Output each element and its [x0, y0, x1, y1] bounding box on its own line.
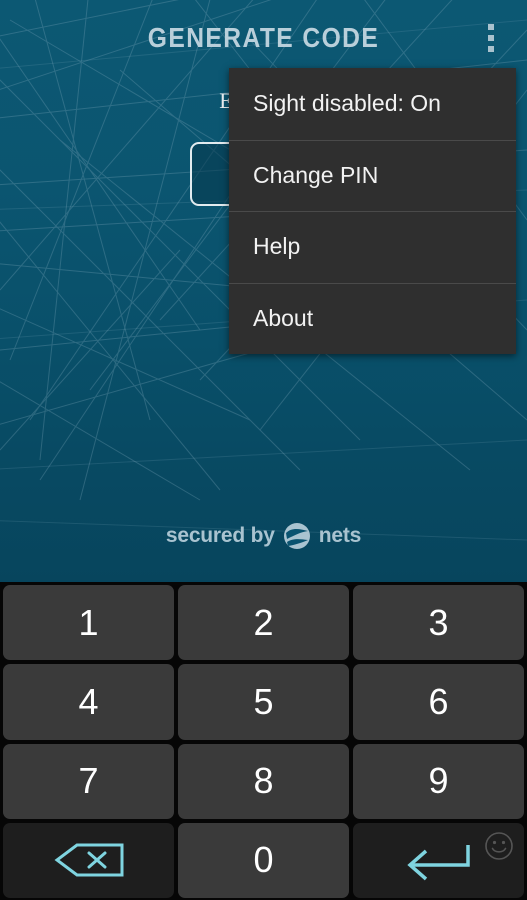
menu-item-help[interactable]: Help	[229, 211, 516, 283]
menu-item-about[interactable]: About	[229, 282, 516, 355]
key-enter[interactable]	[353, 822, 524, 898]
more-dot-3	[488, 46, 494, 52]
app-root: Enter PIN secured by nets GENERATE CODE	[0, 0, 527, 900]
key-backspace[interactable]	[3, 822, 174, 898]
key-1[interactable]: 1	[3, 585, 174, 661]
secured-by-label: secured by	[165, 524, 275, 547]
key-label: 6	[428, 680, 449, 722]
more-vert-icon[interactable]	[471, 14, 511, 62]
key-label: 5	[253, 680, 274, 722]
numeric-keypad: 1 2 3 4 5 6 7 8 9 0	[0, 582, 527, 900]
key-label: 9	[428, 760, 449, 802]
page-title: GENERATE CODE	[147, 22, 380, 53]
nets-label: nets	[318, 524, 362, 547]
menu-item-label: Help	[253, 233, 301, 260]
key-label: 2	[253, 601, 274, 643]
menu-item-label: About	[253, 304, 314, 331]
key-6[interactable]: 6	[353, 664, 524, 740]
secured-by-nets-branding: secured by nets	[0, 522, 527, 550]
more-dot-1	[488, 24, 494, 30]
overflow-menu[interactable]: Sight disabled: On Change PIN Help About	[229, 68, 516, 354]
key-label: 8	[253, 760, 274, 802]
key-8[interactable]: 8	[178, 743, 349, 819]
smiley-icon[interactable]	[484, 831, 514, 861]
menu-item-sight-disabled[interactable]: Sight disabled: On	[229, 68, 516, 140]
key-4[interactable]: 4	[3, 664, 174, 740]
key-label: 3	[428, 601, 449, 643]
key-label: 0	[253, 839, 274, 881]
action-bar: GENERATE CODE	[0, 0, 527, 76]
key-9[interactable]: 9	[353, 743, 524, 819]
backspace-icon	[54, 843, 123, 877]
key-0[interactable]: 0	[178, 822, 349, 898]
nets-logo-icon	[283, 523, 310, 549]
menu-item-label: Change PIN	[253, 161, 379, 188]
menu-item-label: Sight disabled: On	[253, 90, 441, 117]
key-label: 7	[78, 760, 99, 802]
menu-item-change-pin[interactable]: Change PIN	[229, 139, 516, 212]
key-2[interactable]: 2	[178, 585, 349, 661]
more-dot-2	[488, 35, 494, 41]
key-label: 4	[78, 680, 99, 722]
enter-arrow-icon	[406, 845, 470, 881]
key-3[interactable]: 3	[353, 585, 524, 661]
key-5[interactable]: 5	[178, 664, 349, 740]
key-7[interactable]: 7	[3, 743, 174, 819]
key-label: 1	[78, 601, 99, 643]
